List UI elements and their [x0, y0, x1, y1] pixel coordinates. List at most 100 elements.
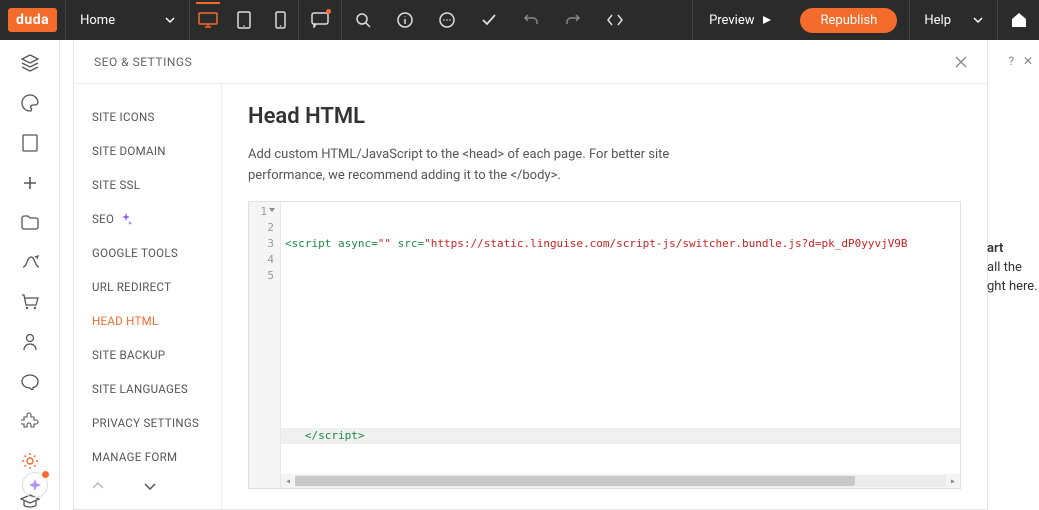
palette-icon	[21, 94, 39, 112]
rail-blog[interactable]	[20, 373, 40, 391]
rail-people[interactable]	[20, 333, 40, 351]
search-icon	[355, 12, 371, 28]
notification-dot	[326, 9, 331, 14]
code-content[interactable]: <script async="" src="https://static.lin…	[281, 202, 960, 488]
scroll-thumb[interactable]	[295, 476, 855, 486]
sidebar-item-site-icons[interactable]: SITE ICONS	[74, 100, 221, 134]
cart-icon	[21, 294, 39, 310]
rail-apps[interactable]	[20, 412, 40, 430]
sidebar-item-site-domain[interactable]: SITE DOMAIN	[74, 134, 221, 168]
bg-text-fragment: ght here.	[987, 278, 1038, 297]
code-editor[interactable]: 1 2 3 4 5 <script async="" src="https://…	[248, 201, 961, 489]
chevron-down-icon	[165, 17, 175, 23]
sparkle-icon	[28, 478, 42, 492]
rail-content[interactable]	[20, 214, 40, 232]
code-line: <script async="" src="https://static.lin…	[285, 236, 956, 252]
code-icon	[606, 14, 624, 26]
rail-theme[interactable]	[20, 94, 40, 112]
sidebar-item-site-languages[interactable]: SITE LANGUAGES	[74, 372, 221, 406]
sidebar-item-google-tools[interactable]: GOOGLE TOOLS	[74, 236, 221, 270]
logo[interactable]: duda	[8, 8, 57, 32]
home-icon	[1010, 12, 1028, 28]
desktop-icon	[198, 12, 218, 28]
close-icon-text[interactable]: ✕	[1023, 54, 1033, 68]
speech-icon	[21, 374, 39, 390]
chevron-down-icon	[144, 482, 156, 490]
person-icon	[22, 333, 38, 351]
notification-dot	[42, 471, 49, 478]
chat-button[interactable]	[426, 0, 468, 40]
scroll-left-button[interactable]: ◂	[281, 476, 295, 487]
ai-assistant-button[interactable]	[22, 472, 48, 498]
code-line	[285, 380, 956, 396]
sidebar-item-head-html[interactable]: HEAD HTML	[74, 304, 221, 338]
settings-sidebar: SITE ICONS SITE DOMAIN SITE SSL SEO GOOG…	[74, 84, 222, 509]
sidebar-item-site-backup[interactable]: SITE BACKUP	[74, 338, 221, 372]
sidebar-item-seo[interactable]: SEO	[74, 202, 221, 236]
plus-icon	[22, 175, 38, 191]
sidebar-item-manage-form[interactable]: MANAGE FORM	[74, 440, 221, 474]
devmode-button[interactable]	[594, 0, 636, 40]
horizontal-scrollbar[interactable]: ◂ ▸	[281, 474, 960, 488]
sidebar-next-button[interactable]	[144, 482, 156, 490]
preview-button[interactable]: Preview	[692, 0, 788, 40]
scroll-track[interactable]	[295, 475, 946, 487]
sidebar-nav-arrows	[74, 474, 221, 498]
rail-pages[interactable]	[20, 134, 40, 152]
line-gutter: 1 2 3 4 5	[249, 202, 281, 488]
check-icon	[481, 14, 497, 26]
chat-icon	[439, 12, 455, 28]
panel-header: SEO & SETTINGS	[74, 40, 987, 84]
topbar: duda Home	[0, 0, 1039, 40]
content-area: Head HTML Add custom HTML/JavaScript to …	[222, 84, 987, 509]
line-number: 5	[249, 268, 274, 284]
sparkle-icon	[120, 213, 132, 225]
info-icon	[397, 12, 413, 28]
bg-text-fragment: art	[987, 240, 1038, 259]
help-dropdown[interactable]: Help	[909, 0, 997, 40]
content-heading: Head HTML	[248, 104, 961, 129]
info-button[interactable]	[384, 0, 426, 40]
redo-icon	[565, 13, 581, 27]
home-button[interactable]	[997, 0, 1039, 40]
republish-button[interactable]: Republish	[800, 8, 897, 33]
folder-icon	[21, 215, 39, 230]
chevron-down-icon	[973, 17, 983, 23]
mobile-icon	[275, 11, 286, 29]
rail-store[interactable]	[20, 293, 40, 311]
comments-button[interactable]	[299, 0, 341, 40]
sidebar-item-url-redirect[interactable]: URL REDIRECT	[74, 270, 221, 304]
chevron-up-icon	[92, 482, 104, 490]
rail-layers[interactable]	[20, 54, 40, 72]
sidebar-prev-button[interactable]	[92, 482, 104, 490]
undo-icon	[523, 13, 539, 27]
help-icon-text[interactable]: ?	[1008, 54, 1014, 68]
line-number: 2	[249, 220, 274, 236]
comments-icon	[311, 12, 329, 28]
content-description: Add custom HTML/JavaScript to the <head>…	[248, 145, 728, 187]
search-button[interactable]	[342, 0, 384, 40]
play-icon	[762, 15, 772, 25]
line-number: 4	[249, 252, 274, 268]
device-desktop-button[interactable]	[190, 0, 226, 40]
redo-button[interactable]	[552, 0, 594, 40]
undo-button[interactable]	[510, 0, 552, 40]
layers-icon	[21, 54, 39, 72]
left-rail	[0, 40, 60, 510]
scroll-right-button[interactable]: ▸	[946, 476, 960, 487]
background-strip: ? ✕ art all the ght here.	[989, 40, 1039, 510]
rail-flows[interactable]	[20, 253, 40, 271]
tablet-icon	[237, 11, 251, 29]
close-button[interactable]	[955, 56, 967, 68]
device-mobile-button[interactable]	[262, 0, 298, 40]
rail-settings[interactable]	[20, 452, 40, 470]
check-button[interactable]	[468, 0, 510, 40]
sidebar-item-privacy-settings[interactable]: PRIVACY SETTINGS	[74, 406, 221, 440]
rail-add[interactable]	[20, 174, 40, 192]
code-line: </script>	[281, 428, 960, 444]
sidebar-item-site-ssl[interactable]: SITE SSL	[74, 168, 221, 202]
page-selector[interactable]: Home	[65, 0, 189, 40]
page-icon	[22, 134, 38, 152]
device-tablet-button[interactable]	[226, 0, 262, 40]
settings-panel: SEO & SETTINGS SITE ICONS SITE DOMAIN SI…	[73, 40, 988, 510]
